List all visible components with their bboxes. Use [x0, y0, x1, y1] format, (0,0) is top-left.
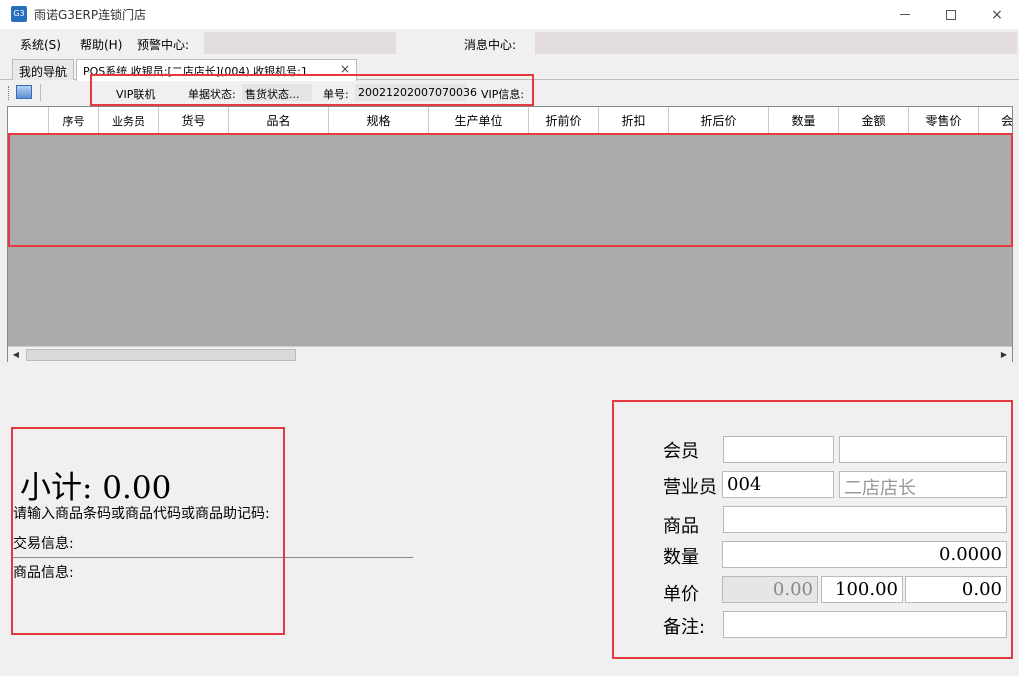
- column-header[interactable]: 金额: [839, 107, 909, 134]
- doc-status-value: 售货状态...: [242, 84, 312, 101]
- maximize-icon: [946, 9, 956, 20]
- scroll-thumb[interactable]: [26, 349, 296, 361]
- vip-online-button[interactable]: VIP联机: [116, 86, 155, 102]
- goods-info-label: 商品信息:: [13, 565, 74, 581]
- trade-info-label: 交易信息:: [13, 536, 74, 552]
- app-icon: G3: [11, 6, 27, 22]
- goods-input[interactable]: [723, 506, 1007, 533]
- menu-system[interactable]: 系统(S): [20, 36, 61, 53]
- doc-no-label: 单号:: [323, 88, 349, 101]
- original-price-field: 0.00: [722, 576, 818, 603]
- clerk-label: 营业员: [663, 477, 717, 498]
- maximize-button[interactable]: [928, 0, 974, 29]
- column-header[interactable]: 折后价: [669, 107, 769, 134]
- column-header[interactable]: 货号: [159, 107, 229, 134]
- divider: [13, 557, 413, 558]
- doc-no-value: 20021202007070036: [355, 84, 477, 101]
- sales-grid[interactable]: 序号 业务员 货号 品名 规格 生产单位 折前价 折扣 折后价 数量 金额 零售…: [7, 106, 1013, 362]
- goods-label: 商品: [663, 516, 699, 537]
- minimize-button[interactable]: [882, 0, 928, 29]
- price-label: 单价: [663, 584, 699, 605]
- close-icon: ×: [991, 6, 1003, 23]
- menu-alert-center[interactable]: 预警中心:: [137, 36, 189, 53]
- row-selector-header: [8, 107, 49, 134]
- toolbar-separator: [40, 84, 41, 101]
- menu-help[interactable]: 帮助(H): [80, 36, 122, 53]
- column-header[interactable]: 会: [979, 107, 1012, 134]
- column-header[interactable]: 业务员: [99, 107, 159, 134]
- quantity-label: 数量: [663, 547, 699, 568]
- window-list-icon[interactable]: [16, 85, 32, 99]
- quantity-input[interactable]: 0.0000: [722, 541, 1007, 568]
- subtotal-display: 小计: 0.00: [20, 470, 172, 506]
- scroll-left-icon[interactable]: ◀: [9, 349, 23, 361]
- message-center-field: [535, 32, 1017, 54]
- column-header[interactable]: 序号: [49, 107, 99, 134]
- member-code-input[interactable]: [723, 436, 834, 463]
- member-label: 会员: [663, 441, 699, 462]
- tab-label: 我的导航: [19, 65, 68, 79]
- highlight-box: [11, 427, 285, 635]
- barcode-prompt: 请输入商品条码或商品代码或商品助记码:: [13, 506, 270, 522]
- horizontal-scrollbar[interactable]: ◀ ▶: [8, 346, 1012, 362]
- menu-message-center[interactable]: 消息中心:: [464, 36, 516, 53]
- doc-status-label: 单据状态:: [188, 88, 236, 101]
- remark-input[interactable]: [723, 611, 1007, 638]
- tab-strip: 我的导航 POS系统 收银员:[二店店长](004) 收银机号:1 ×: [0, 57, 1019, 81]
- toolbar: VIP联机 单据状态: 售货状态... 单号: 2002120200707003…: [0, 81, 1019, 105]
- column-header[interactable]: 零售价: [909, 107, 979, 134]
- clerk-name-field: 二店店长: [839, 471, 1007, 498]
- column-header[interactable]: 折前价: [529, 107, 599, 134]
- scroll-right-icon[interactable]: ▶: [997, 349, 1011, 361]
- column-header[interactable]: 品名: [229, 107, 329, 134]
- clerk-code-input[interactable]: 004: [722, 471, 834, 498]
- member-name-input[interactable]: [839, 436, 1007, 463]
- remark-label: 备注:: [663, 617, 706, 638]
- tab-close-icon[interactable]: ×: [340, 62, 350, 76]
- unit-price-input[interactable]: 100.00: [821, 576, 903, 603]
- column-header[interactable]: 生产单位: [429, 107, 529, 134]
- price-extra-input[interactable]: 0.00: [905, 576, 1007, 603]
- tab-label: POS系统 收银员:[二店店长](004) 收银机号:1: [83, 65, 308, 78]
- window-title: 雨诺G3ERP连锁门店: [34, 8, 147, 22]
- close-button[interactable]: ×: [974, 0, 1019, 29]
- toolbar-grip[interactable]: [8, 86, 11, 100]
- column-header[interactable]: 规格: [329, 107, 429, 134]
- menu-bar: 系统(S) 帮助(H) 预警中心: 消息中心:: [0, 30, 1019, 55]
- alert-center-field: [204, 32, 396, 54]
- vip-info-label: VIP信息:: [481, 88, 525, 101]
- title-bar: G3 雨诺G3ERP连锁门店 ×: [0, 0, 1019, 29]
- minimize-icon: [900, 14, 910, 15]
- tab-my-navigation[interactable]: 我的导航: [12, 59, 74, 80]
- tab-pos-system[interactable]: POS系统 收银员:[二店店长](004) 收银机号:1 ×: [76, 59, 357, 81]
- column-header[interactable]: 数量: [769, 107, 839, 134]
- grid-header: 序号 业务员 货号 品名 规格 生产单位 折前价 折扣 折后价 数量 金额 零售…: [8, 107, 1012, 135]
- column-header[interactable]: 折扣: [599, 107, 669, 134]
